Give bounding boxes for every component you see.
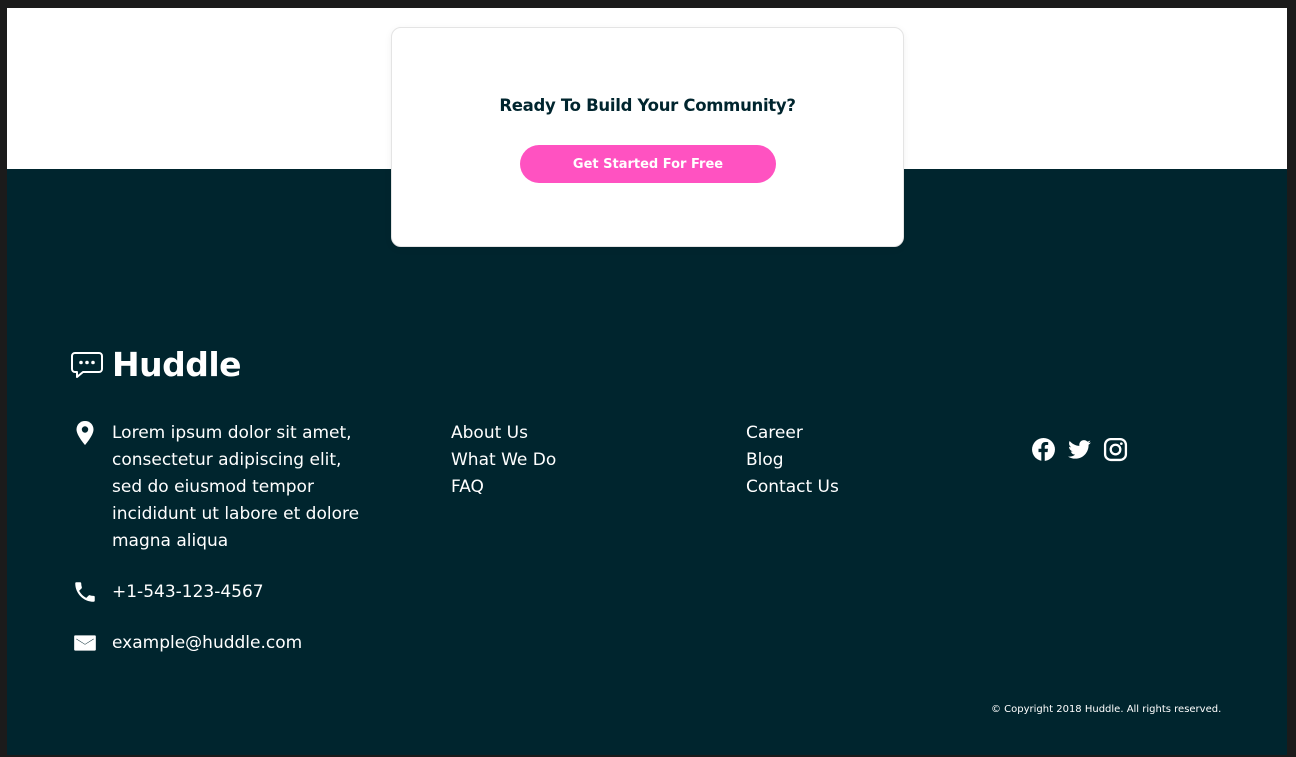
phone-icon [70, 579, 100, 605]
location-pin-icon [70, 420, 100, 446]
page-viewport: Huddle Lorem ipsum dolor sit amet, conse… [7, 8, 1287, 755]
footer: Huddle Lorem ipsum dolor sit amet, conse… [7, 169, 1287, 755]
contact-email: example@huddle.com [70, 630, 302, 657]
social-links [1031, 437, 1128, 462]
phone-text[interactable]: +1-543-123-4567 [112, 579, 264, 606]
get-started-button[interactable]: Get Started For Free [520, 145, 776, 183]
cta-card: Ready To Build Your Community? Get Start… [391, 27, 904, 247]
logo-text: Huddle [112, 345, 242, 384]
footer-link-what-we-do[interactable]: What We Do [451, 447, 556, 474]
address-text: Lorem ipsum dolor sit amet, consectetur … [112, 423, 360, 551]
contact-phone: +1-543-123-4567 [70, 579, 264, 606]
footer-link-faq[interactable]: FAQ [451, 474, 556, 501]
footer-link-career[interactable]: Career [746, 420, 839, 447]
chat-bubble-logo-icon [70, 350, 104, 380]
footer-link-about-us[interactable]: About Us [451, 420, 556, 447]
facebook-icon[interactable] [1031, 437, 1056, 462]
footer-logo[interactable]: Huddle [70, 345, 242, 384]
copyright-text: © Copyright 2018 Huddle. All rights rese… [991, 704, 1222, 715]
footer-link-blog[interactable]: Blog [746, 447, 839, 474]
instagram-icon[interactable] [1103, 437, 1128, 462]
footer-links-column-1: About Us What We Do FAQ [451, 420, 556, 501]
contact-address: Lorem ipsum dolor sit amet, consectetur … [70, 420, 372, 555]
footer-links-column-2: Career Blog Contact Us [746, 420, 839, 501]
twitter-icon[interactable] [1067, 437, 1092, 462]
footer-link-contact-us[interactable]: Contact Us [746, 474, 839, 501]
email-text[interactable]: example@huddle.com [112, 630, 302, 657]
cta-title: Ready To Build Your Community? [499, 96, 796, 115]
mail-icon [70, 630, 100, 656]
